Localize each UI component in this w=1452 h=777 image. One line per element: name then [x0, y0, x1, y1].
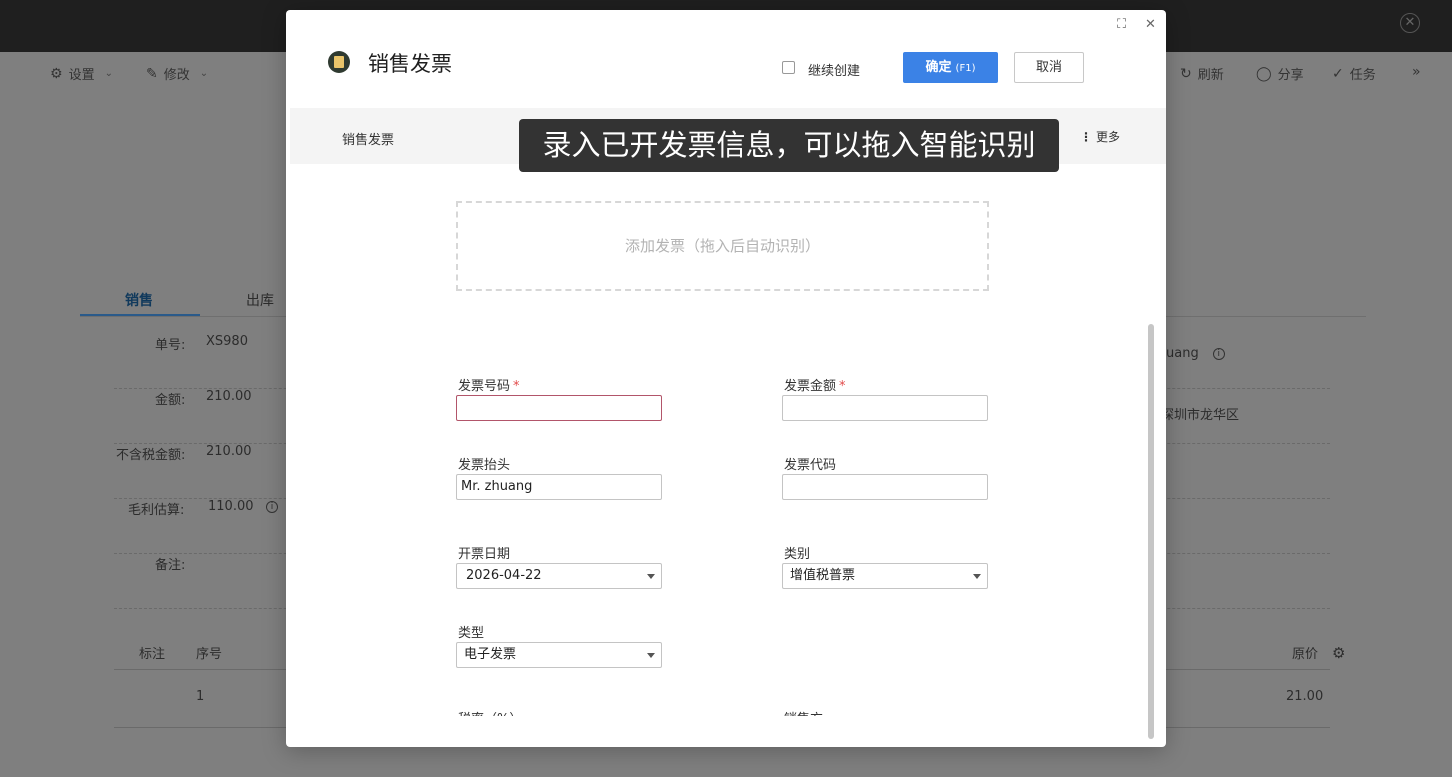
scrollbar[interactable]	[1148, 324, 1154, 739]
type-label: 类型	[458, 626, 485, 641]
more-dots-icon: ⋮	[1080, 130, 1092, 144]
more-menu[interactable]: ⋮ 更多	[1080, 128, 1120, 145]
double-chevron-right-icon: »	[1412, 64, 1421, 80]
invoice-title-label: 发票抬头	[458, 458, 511, 473]
invoice-code-input[interactable]	[782, 474, 988, 500]
field-value: 210.00	[206, 389, 252, 404]
column-header-price: 原价	[1292, 647, 1319, 662]
field-value: 110.00	[208, 499, 254, 514]
tab-outbound[interactable]: 出库	[246, 290, 274, 310]
field-label: 备注:	[155, 558, 186, 573]
required-mark: *	[839, 379, 846, 394]
row-seq: 1	[196, 689, 205, 704]
confirm-shortcut-hint: (F1)	[955, 63, 976, 74]
right-value-customer: uang i	[1166, 346, 1225, 361]
expand-button[interactable]: »	[1412, 64, 1421, 80]
dialog-title: 销售发票	[368, 52, 452, 76]
field-label: 毛利估算:	[128, 503, 185, 518]
refresh-label: 刷新	[1197, 68, 1224, 83]
invoice-date-value: 2026-04-22	[466, 568, 542, 583]
invoice-app-icon	[328, 51, 350, 73]
invoice-no-label: 发票号码 *	[458, 375, 520, 394]
required-mark: *	[513, 379, 520, 394]
info-icon[interactable]: i	[1212, 347, 1225, 360]
field-value: 210.00	[206, 444, 252, 459]
edit-menu[interactable]: ✎ 修改 ⌄	[146, 64, 209, 84]
type-value: 电子发票	[464, 647, 517, 662]
invoice-code-label: 发票代码	[784, 458, 837, 473]
close-icon[interactable]: ✕	[1145, 17, 1156, 32]
close-circle-icon[interactable]: ✕	[1400, 13, 1420, 33]
maximize-icon[interactable]: ⛶	[1117, 17, 1126, 32]
dropdown-arrow-icon	[973, 574, 981, 579]
invoice-date-label: 开票日期	[458, 547, 511, 562]
type-select[interactable]: 电子发票	[456, 642, 662, 668]
invoice-drop-zone[interactable]: 添加发票（拖入后自动识别）	[456, 201, 989, 291]
invoice-amount-label: 发票金额 *	[784, 375, 846, 394]
settings-label: 设置	[68, 68, 95, 83]
edit-icon: ✎	[146, 65, 158, 82]
right-value-address: 深圳市龙华区	[1161, 408, 1240, 423]
task-button[interactable]: ✓ 任务	[1332, 64, 1376, 84]
dialog-header: 销售发票 ⛶ ✕ 继续创建 确定 (F1) 取消	[286, 10, 1166, 108]
field-label: 不含税金额:	[116, 448, 186, 463]
confirm-label: 确定	[925, 60, 952, 75]
subbar-title: 销售发票	[342, 133, 395, 148]
field-value: XS980	[206, 334, 248, 349]
dialog-content: 添加发票（拖入后自动识别） 发票号码 * 发票金额 * 发票抬头 Mr. zhuan…	[286, 164, 1166, 739]
invoice-no-label-text: 发票号码	[458, 379, 511, 394]
more-label: 更多	[1096, 130, 1121, 144]
invoice-title-input[interactable]: Mr. zhuang	[456, 474, 662, 500]
field-label: 单号:	[155, 338, 186, 353]
category-select[interactable]: 增值税普票	[782, 563, 988, 589]
task-icon: ✓	[1332, 65, 1344, 82]
tax-rate-label: 税率（%）	[458, 708, 522, 716]
category-label: 类别	[784, 547, 811, 562]
column-header-seq: 序号	[196, 647, 223, 662]
share-icon: ◯	[1256, 65, 1272, 82]
refresh-button[interactable]: ↻ 刷新	[1180, 64, 1224, 84]
dropdown-arrow-icon	[647, 574, 655, 579]
edit-label: 修改	[163, 68, 190, 83]
seller-label: 销售方	[784, 708, 823, 716]
chevron-down-icon: ⌄	[104, 68, 113, 79]
continue-create-label[interactable]: 继续创建	[808, 60, 860, 79]
settings-menu[interactable]: ⚙ 设置 ⌄	[50, 64, 113, 84]
column-settings-gear-icon[interactable]: ⚙	[1332, 644, 1345, 662]
share-button[interactable]: ◯ 分享	[1256, 64, 1304, 84]
invoice-no-input[interactable]	[456, 395, 662, 421]
info-icon[interactable]: i	[260, 499, 278, 514]
field-label: 金额:	[155, 393, 186, 408]
row-price: 21.00	[1286, 689, 1324, 704]
invoice-amount-input[interactable]	[782, 395, 988, 421]
cancel-button[interactable]: 取消	[1014, 52, 1084, 83]
sales-invoice-dialog: 销售发票 ⛶ ✕ 继续创建 确定 (F1) 取消 销售发票 ⋮ 更多 录入已开发票信…	[286, 10, 1166, 747]
category-value: 增值税普票	[790, 568, 856, 583]
dropdown-arrow-icon	[647, 653, 655, 658]
task-label: 任务	[1349, 68, 1376, 83]
refresh-icon: ↻	[1180, 65, 1192, 82]
gear-icon: ⚙	[50, 65, 63, 82]
column-header-mark: 标注	[139, 647, 166, 662]
confirm-button[interactable]: 确定 (F1)	[903, 52, 998, 83]
share-label: 分享	[1277, 68, 1304, 83]
customer-name-fragment: uang	[1166, 346, 1199, 361]
chevron-down-icon: ⌄	[199, 68, 209, 79]
invoice-amount-label-text: 发票金额	[784, 379, 837, 394]
tab-sales[interactable]: 销售	[125, 290, 153, 310]
continue-create-checkbox[interactable]	[782, 61, 795, 74]
invoice-date-select[interactable]: 2026-04-22	[456, 563, 662, 589]
